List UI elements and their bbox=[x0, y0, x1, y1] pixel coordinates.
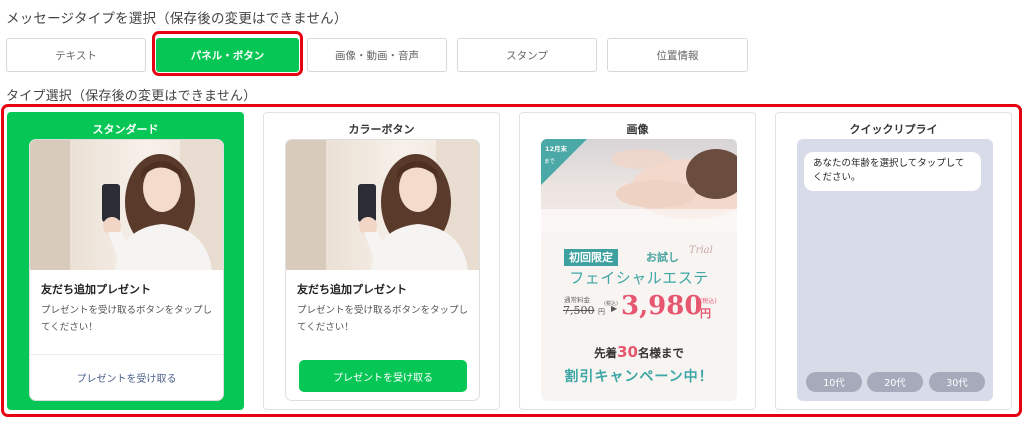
message-type-heading: メッセージタイプを選択（保存後の変更はできません） bbox=[6, 11, 348, 27]
quick-reply-option[interactable]: 20代 bbox=[867, 372, 923, 392]
type-select-heading: タイプ選択（保存後の変更はできません） bbox=[6, 89, 257, 104]
woman-photo bbox=[30, 140, 223, 270]
first-time-tag: 初回限定 bbox=[564, 249, 618, 266]
type-title: カラーボタン bbox=[348, 123, 415, 136]
regular-price-label: 通常料金 bbox=[564, 296, 590, 304]
new-price: 3,980 bbox=[621, 291, 703, 321]
type-card-quick-reply[interactable]: クイックリプライ あなたの年齢を選択してタップしてください。 10代 20代 3… bbox=[775, 112, 1012, 410]
first-pre: 先着 bbox=[594, 346, 618, 360]
arrow-icon: ▶ bbox=[611, 304, 618, 313]
campaign-text: 割引キャンペーン中！ bbox=[564, 369, 714, 385]
new-price-unit: 円 bbox=[700, 307, 711, 320]
preview-bubble: 友だち追加プレゼント プレゼントを受け取るボタンをタップしてください！ プレゼン… bbox=[29, 139, 224, 401]
card-body: プレゼントを受け取るボタンをタップしてください！ bbox=[297, 305, 469, 333]
ribbon-until: まで bbox=[544, 159, 556, 165]
type-card-standard[interactable]: スタンダード 友だち追加プレゼント プレゼントを受け取るボタンをタップしてくださ… bbox=[7, 112, 244, 410]
preview-bubble: 友だち追加プレゼント プレゼントを受け取るボタンをタップしてください！ プレゼン… bbox=[285, 139, 480, 401]
tab-location[interactable]: 位置情報 bbox=[607, 38, 748, 72]
message-bubble: あなたの年齢を選択してタップしてください。 bbox=[804, 152, 981, 191]
receive-gift-link-button[interactable]: プレゼントを受け取る bbox=[30, 370, 223, 385]
receive-gift-button[interactable]: プレゼントを受け取る bbox=[299, 360, 467, 392]
card-body: プレゼントを受け取るボタンをタップしてください！ bbox=[41, 305, 213, 333]
first-post: 名様まで bbox=[637, 346, 684, 360]
first-come-line: 先着30名様まで bbox=[541, 343, 737, 361]
tab-highlight-frame bbox=[152, 31, 303, 76]
tab-media[interactable]: 画像・動画・音声 bbox=[307, 38, 447, 72]
new-tax-label: (税込) bbox=[700, 298, 717, 305]
woman-photo bbox=[286, 140, 479, 270]
type-title: スタンダード bbox=[92, 123, 159, 136]
card-title: 友だち追加プレゼント bbox=[41, 283, 151, 296]
ribbon-date: 12月末 bbox=[545, 145, 568, 153]
type-title: クイックリプライ bbox=[849, 123, 938, 136]
quick-reply-preview: あなたの年齢を選択してタップしてください。 10代 20代 30代 bbox=[797, 139, 993, 401]
divider bbox=[30, 354, 223, 355]
image-ad: 12月末 まで 初回限定 お試し Trial フェイシャルエステ 通常料金 7,… bbox=[541, 139, 737, 401]
old-price: 7,500 bbox=[563, 304, 595, 317]
quick-reply-option[interactable]: 30代 bbox=[929, 372, 985, 392]
tab-text[interactable]: テキスト bbox=[6, 38, 146, 72]
trial-label: お試し bbox=[646, 251, 679, 264]
card-title: 友だち追加プレゼント bbox=[297, 283, 407, 296]
trial-script: Trial bbox=[689, 245, 713, 256]
type-card-image[interactable]: 画像 12月末 まで 初回限定 お試し Trial フェイシャルエステ 通常料金… bbox=[519, 112, 756, 410]
service-name: フェイシャルエステ bbox=[569, 269, 709, 287]
tab-stamp[interactable]: スタンプ bbox=[457, 38, 597, 72]
type-title: 画像 bbox=[626, 123, 649, 136]
first-num: 30 bbox=[617, 343, 638, 361]
type-card-color-button[interactable]: カラーボタン 友だち追加プレゼント プレゼントを受け取るボタンをタップしてくださ… bbox=[263, 112, 500, 410]
quick-reply-option[interactable]: 10代 bbox=[806, 372, 862, 392]
old-price-unit: 円 bbox=[598, 308, 605, 316]
